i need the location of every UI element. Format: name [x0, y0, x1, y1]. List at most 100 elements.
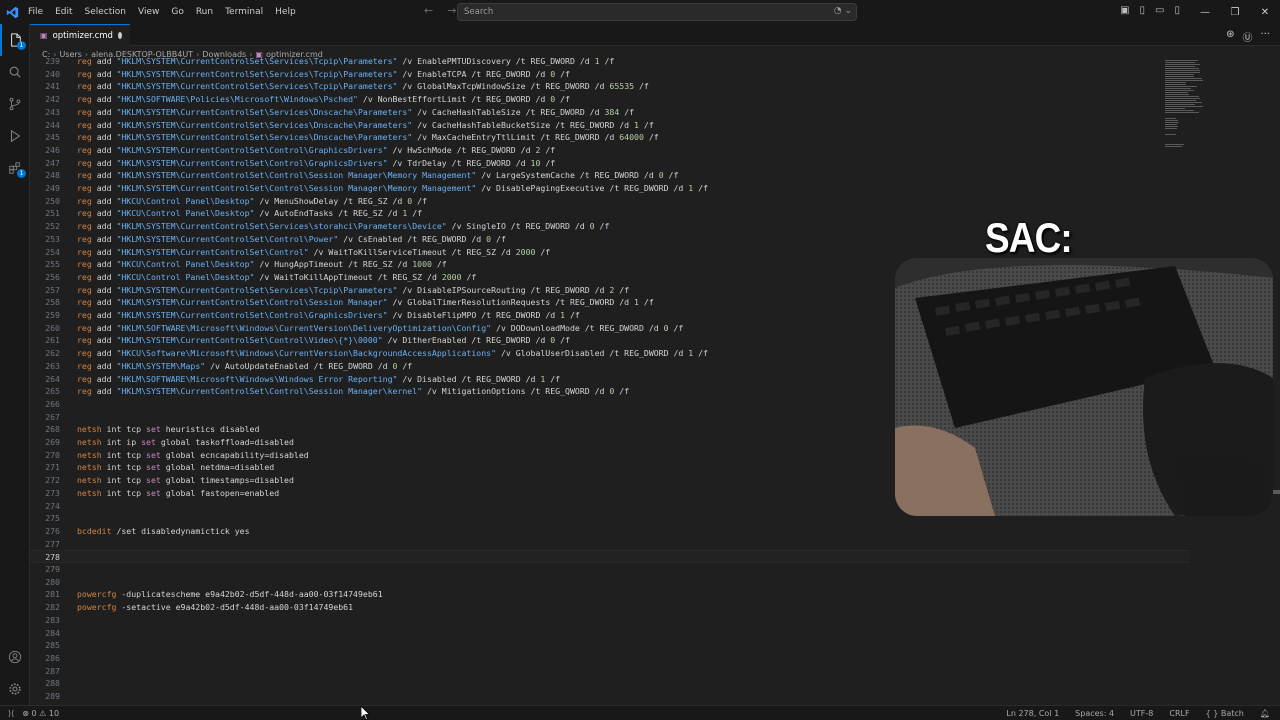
code-line[interactable]: 280 [30, 576, 1190, 589]
line-number: 285 [45, 640, 60, 651]
tab-optimizer-cmd[interactable]: ▣ optimizer.cmd [30, 24, 130, 46]
unsaved-dot-icon[interactable] [117, 32, 122, 39]
toggle-sidebar-icon[interactable]: ▯ [1140, 5, 1146, 16]
account-icon[interactable] [0, 641, 30, 673]
minimize-icon[interactable]: — [1190, 7, 1220, 18]
toggle-secondary-sidebar-icon[interactable]: ▯ [1174, 5, 1180, 16]
line-number: 263 [45, 360, 60, 371]
line-number: 265 [45, 386, 60, 397]
line-number: 281 [45, 589, 60, 600]
forward-arrow-icon[interactable]: → [447, 4, 456, 17]
minimap-line [1165, 118, 1177, 119]
code-line[interactable]: 278 [30, 550, 1190, 563]
line-code: reg add "HKLM\SYSTEM\CurrentControlSet\C… [77, 233, 506, 244]
code-line[interactable]: 247 reg add "HKLM\SYSTEM\CurrentControlSe… [30, 157, 1190, 170]
line-number: 271 [45, 462, 60, 473]
line-number: 239 [45, 56, 60, 66]
command-center-search[interactable]: Search ◔ ⌄ [457, 3, 857, 21]
code-line[interactable]: 243 reg add "HKLM\SYSTEM\CurrentControlSe… [30, 106, 1190, 119]
code-line[interactable]: 276 bcdedit /set disabledynamictick yes [30, 525, 1190, 538]
remote-indicator-icon[interactable]: ⟩⟨ [8, 709, 14, 718]
code-line[interactable]: 281 powercfg -duplicatescheme e9a42b02-d5… [30, 588, 1190, 601]
activity-bar: 1 1 [0, 24, 30, 705]
code-line[interactable]: 239 reg add "HKLM\SYSTEM\CurrentControlSe… [30, 55, 1190, 68]
line-number: 277 [45, 538, 60, 549]
line-number: 268 [45, 424, 60, 435]
code-line[interactable]: 288 [30, 677, 1190, 690]
menu-item-run[interactable]: Run [196, 7, 213, 17]
line-number: 250 [45, 195, 60, 206]
line-code: reg add "HKLM\SYSTEM\CurrentControlSet\S… [77, 132, 659, 143]
line-number: 267 [45, 411, 60, 422]
code-line[interactable]: 246 reg add "HKLM\SYSTEM\CurrentControlSe… [30, 144, 1190, 157]
minimap-line [1165, 88, 1192, 89]
window-controls: — ❐ ✕ [1190, 0, 1280, 24]
code-line[interactable]: 285 [30, 639, 1190, 652]
line-number: 287 [45, 665, 60, 676]
menu-item-view[interactable]: View [138, 7, 159, 17]
code-line[interactable]: 282 powercfg -setactive e9a42b02-d5df-448… [30, 601, 1190, 614]
language-mode[interactable]: { } Batch [1206, 709, 1244, 718]
line-code: reg add "HKLM\SOFTWARE\Policies\Microsof… [77, 94, 570, 105]
code-line[interactable]: 287 [30, 665, 1190, 678]
settings-gear-icon[interactable] [0, 673, 30, 705]
more-actions-icon[interactable]: ··· [1260, 29, 1270, 44]
restore-icon[interactable]: ❐ [1220, 7, 1250, 18]
minimap-line [1165, 68, 1199, 69]
code-line[interactable]: 242 reg add "HKLM\SOFTWARE\Policies\Micro… [30, 93, 1190, 106]
indentation[interactable]: Spaces: 4 [1075, 709, 1114, 718]
copilot-chat-icon[interactable]: ⊛ [1226, 29, 1234, 44]
explorer-icon[interactable]: 1 [0, 24, 30, 56]
code-line[interactable]: 245 reg add "HKLM\SYSTEM\CurrentControlSe… [30, 131, 1190, 144]
notifications-bell-icon[interactable]: 🔔︎ [1260, 709, 1270, 718]
menu-item-file[interactable]: File [28, 7, 43, 17]
source-control-icon[interactable] [0, 88, 30, 120]
code-line[interactable]: 244 reg add "HKLM\SYSTEM\CurrentControlSe… [30, 119, 1190, 132]
line-code: reg add "HKLM\SYSTEM\CurrentControlSet\S… [77, 68, 570, 79]
menu-item-terminal[interactable]: Terminal [225, 7, 263, 17]
copilot-icon[interactable]: ◔ ⌄ [834, 6, 852, 16]
explorer-badge: 1 [17, 41, 26, 50]
customize-layout-icon[interactable]: ▣ [1120, 5, 1129, 16]
run-debug-icon[interactable] [0, 120, 30, 152]
line-code: reg add "HKLM\SYSTEM\CurrentControlSet\C… [77, 170, 679, 181]
line-ending[interactable]: CRLF [1169, 709, 1189, 718]
code-line[interactable]: 283 [30, 614, 1190, 627]
code-line[interactable]: 286 [30, 652, 1190, 665]
back-arrow-icon[interactable]: ← [424, 4, 433, 17]
minimap-line [1165, 104, 1195, 105]
menu-item-edit[interactable]: Edit [55, 7, 72, 17]
code-line[interactable]: 241 reg add "HKLM\SYSTEM\CurrentControlSe… [30, 80, 1190, 93]
code-line[interactable]: 284 [30, 627, 1190, 640]
code-line[interactable]: 279 [30, 563, 1190, 576]
cursor-position[interactable]: Ln 278, Col 1 [1006, 709, 1059, 718]
extensions-icon[interactable]: 1 [0, 152, 30, 184]
menu-item-go[interactable]: Go [171, 7, 183, 17]
encoding[interactable]: UTF-8 [1130, 709, 1153, 718]
minimap-line [1165, 70, 1201, 71]
code-line[interactable]: 249 reg add "HKLM\SYSTEM\CurrentControlSe… [30, 182, 1190, 195]
line-number: 272 [45, 475, 60, 486]
line-code: powercfg -duplicatescheme e9a42b02-d5df-… [77, 589, 383, 600]
menu-item-help[interactable]: Help [275, 7, 296, 17]
line-code: reg add "HKLM\SYSTEM\CurrentControlSet\C… [77, 297, 654, 308]
code-line[interactable]: 277 [30, 538, 1190, 551]
menu-item-selection[interactable]: Selection [85, 7, 126, 17]
line-number: 246 [45, 144, 60, 155]
code-line[interactable]: 248 reg add "HKLM\SYSTEM\CurrentControlSe… [30, 169, 1190, 182]
code-line[interactable]: 240 reg add "HKLM\SYSTEM\CurrentControlSe… [30, 68, 1190, 81]
close-icon[interactable]: ✕ [1250, 7, 1280, 18]
toggle-panel-icon[interactable]: ▭ [1155, 5, 1164, 16]
minimap-line [1165, 134, 1176, 135]
code-line[interactable]: 289 [30, 690, 1190, 703]
error-icon: ⊗ [22, 708, 29, 718]
problems-indicator[interactable]: ⊗ 0 ⚠ 10 [22, 709, 59, 718]
search-icon[interactable] [0, 56, 30, 88]
minimap-line [1165, 90, 1194, 91]
code-line[interactable]: 250 reg add "HKCU\Control Panel\Desktop" … [30, 195, 1190, 208]
line-code: reg add "HKLM\SYSTEM\CurrentControlSet\C… [77, 183, 708, 193]
line-code: reg add "HKCU\Control Panel\Desktop" /v … [77, 208, 423, 219]
copilot-edit-icon[interactable]: Ⓤ [1242, 29, 1252, 44]
line-code: reg add "HKLM\SOFTWARE\Microsoft\Windows… [77, 373, 561, 384]
line-number: 259 [45, 310, 60, 320]
